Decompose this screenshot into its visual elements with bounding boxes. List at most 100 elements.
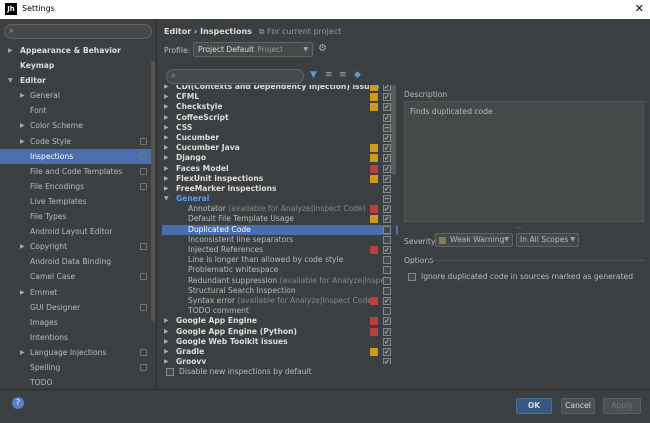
apply-button[interactable]: Apply bbox=[603, 398, 641, 414]
chevron-right-icon[interactable]: ▶ bbox=[164, 85, 169, 92]
inspection-row[interactable]: Problematic whitespace bbox=[162, 265, 398, 275]
inspection-checkbox[interactable]: − bbox=[383, 195, 391, 204]
inspection-row[interactable]: ▶ Cucumber ✓ bbox=[162, 133, 398, 143]
scope-dropdown[interactable]: In All Scopes ▼ bbox=[516, 233, 579, 247]
ignore-generated-checkbox[interactable] bbox=[408, 273, 416, 281]
sidebar-item-file-types[interactable]: File Types bbox=[0, 209, 155, 224]
inspection-checkbox[interactable]: ✓ bbox=[383, 133, 391, 142]
ok-button[interactable]: OK bbox=[516, 398, 552, 414]
collapse-all-icon[interactable]: ≡ bbox=[339, 70, 347, 80]
sidebar-item-images[interactable]: Images bbox=[0, 315, 155, 330]
chevron-right-icon[interactable]: ▶ bbox=[20, 134, 25, 149]
inspection-row[interactable]: ▶ FlexUnit inspections ✓ bbox=[162, 174, 398, 184]
sidebar-item-intentions[interactable]: Intentions bbox=[0, 330, 155, 345]
inspection-row[interactable]: Structural Search Inspection bbox=[162, 286, 398, 296]
sidebar-item-color-scheme[interactable]: ▶ Color Scheme bbox=[0, 118, 155, 133]
chevron-right-icon[interactable]: ▶ bbox=[164, 113, 169, 123]
inspection-checkbox[interactable]: ✓ bbox=[383, 184, 391, 193]
inspection-row[interactable]: ▶ CoffeeScript ✓ bbox=[162, 113, 398, 123]
chevron-down-icon[interactable]: ▼ bbox=[164, 194, 169, 204]
sidebar-item-emmet[interactable]: ▶ Emmet bbox=[0, 285, 155, 300]
sidebar-item-editor[interactable]: ▼ Editor bbox=[0, 73, 155, 88]
inspection-checkbox[interactable] bbox=[383, 307, 391, 316]
sidebar-item-camel-case[interactable]: Camel Case bbox=[0, 269, 155, 284]
inspection-row[interactable]: Injected References ✓ bbox=[162, 245, 398, 255]
chevron-right-icon[interactable]: ▶ bbox=[164, 316, 169, 326]
chevron-right-icon[interactable]: ▶ bbox=[164, 123, 169, 133]
inspection-row[interactable]: ▶ Faces Model ✓ bbox=[162, 164, 398, 174]
sidebar-item-code-style[interactable]: ▶ Code Style bbox=[0, 134, 155, 149]
sidebar-item-file-and-code-templates[interactable]: File and Code Templates bbox=[0, 164, 155, 179]
inspection-row[interactable]: Annotator (available for Analyze|Inspect… bbox=[162, 204, 398, 214]
inspections-scrollbar[interactable] bbox=[391, 85, 396, 364]
inspection-checkbox[interactable]: ✓ bbox=[383, 93, 391, 102]
chevron-down-icon[interactable]: ▼ bbox=[8, 73, 13, 88]
sidebar-item-language-injections[interactable]: ▶ Language Injections bbox=[0, 345, 155, 360]
sidebar-item-general[interactable]: ▶ General bbox=[0, 88, 155, 103]
inspection-checkbox[interactable]: ✓ bbox=[383, 327, 391, 336]
sidebar-item-spelling[interactable]: Spelling bbox=[0, 360, 155, 375]
inspection-checkbox[interactable]: ✓ bbox=[383, 215, 391, 224]
inspection-checkbox[interactable] bbox=[383, 235, 391, 244]
inspection-row[interactable]: ▶ Google Web Toolkit issues ✓ bbox=[162, 337, 398, 347]
inspection-row[interactable]: ▶ Cucumber Java ✓ bbox=[162, 143, 398, 153]
inspection-row[interactable]: Redundant suppression (available for Ana… bbox=[162, 276, 398, 286]
inspection-row[interactable]: TODO comment bbox=[162, 306, 398, 316]
inspection-row[interactable]: Default File Template Usage ✓ bbox=[162, 214, 398, 224]
inspection-checkbox[interactable]: ✓ bbox=[383, 358, 391, 364]
chevron-right-icon[interactable]: ▶ bbox=[164, 337, 169, 347]
inspection-checkbox[interactable]: ✓ bbox=[383, 103, 391, 112]
sidebar-item-android-data-binding[interactable]: Android Data Binding bbox=[0, 254, 155, 269]
inspection-row[interactable]: ▶ CFML ✓ bbox=[162, 92, 398, 102]
inspection-checkbox[interactable]: ✓ bbox=[383, 337, 391, 346]
inspection-checkbox[interactable]: ✓ bbox=[383, 317, 391, 326]
chevron-right-icon[interactable]: ▶ bbox=[20, 118, 25, 133]
inspection-row[interactable]: Inconsistent line separators bbox=[162, 235, 398, 245]
inspection-checkbox[interactable] bbox=[383, 276, 391, 285]
inspection-checkbox[interactable]: − bbox=[383, 123, 391, 132]
sidebar-item-keymap[interactable]: Keymap bbox=[0, 58, 155, 73]
inspection-row[interactable]: ▶ Gradle ✓ bbox=[162, 347, 398, 357]
chevron-right-icon[interactable]: ▶ bbox=[164, 357, 169, 364]
inspection-checkbox[interactable] bbox=[383, 266, 391, 275]
inspection-checkbox[interactable]: ✓ bbox=[383, 347, 391, 356]
chevron-right-icon[interactable]: ▶ bbox=[164, 153, 169, 163]
inspections-search-input[interactable]: ⌕ bbox=[166, 69, 304, 84]
inspection-checkbox[interactable] bbox=[383, 286, 391, 295]
sidebar-item-inspections[interactable]: Inspections bbox=[0, 148, 155, 164]
chevron-right-icon[interactable]: ▶ bbox=[164, 347, 169, 357]
sidebar-item-file-encodings[interactable]: File Encodings bbox=[0, 179, 155, 194]
disable-new-checkbox[interactable] bbox=[166, 368, 174, 376]
inspection-checkbox[interactable] bbox=[383, 256, 391, 265]
chevron-right-icon[interactable]: ▶ bbox=[164, 164, 169, 174]
severity-dropdown[interactable]: Weak Warning ▼ bbox=[435, 233, 513, 247]
settings-search-input[interactable]: ⌕ bbox=[4, 24, 152, 39]
inspection-row[interactable]: Duplicated Code bbox=[162, 224, 398, 235]
chevron-right-icon[interactable]: ▶ bbox=[164, 184, 169, 194]
sidebar-item-live-templates[interactable]: Live Templates bbox=[0, 194, 155, 209]
inspection-checkbox[interactable]: ✓ bbox=[383, 164, 391, 173]
chevron-right-icon[interactable]: ▶ bbox=[20, 88, 25, 103]
inspection-row[interactable]: ▶ CSS − bbox=[162, 123, 398, 133]
expand-all-icon[interactable]: ≡ bbox=[325, 70, 333, 80]
sidebar-item-android-layout-editor[interactable]: Android Layout Editor bbox=[0, 224, 155, 239]
inspection-checkbox[interactable]: ✓ bbox=[383, 205, 391, 214]
close-icon[interactable]: ✕ bbox=[635, 2, 644, 15]
inspection-row[interactable]: Line is longer than allowed by code styl… bbox=[162, 255, 398, 265]
inspection-checkbox[interactable]: ✓ bbox=[383, 296, 391, 305]
chevron-right-icon[interactable]: ▶ bbox=[20, 239, 25, 254]
chevron-right-icon[interactable]: ▶ bbox=[164, 92, 169, 102]
resize-handle[interactable]: ... bbox=[516, 222, 523, 230]
sidebar-item-appearance-behavior[interactable]: ▶ Appearance & Behavior bbox=[0, 43, 155, 58]
inspection-row[interactable]: ▼ General − bbox=[162, 194, 398, 204]
chevron-right-icon[interactable]: ▶ bbox=[164, 143, 169, 153]
inspection-checkbox[interactable]: ✓ bbox=[383, 113, 391, 122]
chevron-right-icon[interactable]: ▶ bbox=[8, 43, 13, 58]
inspection-checkbox[interactable]: ✓ bbox=[383, 246, 391, 254]
chevron-right-icon[interactable]: ▶ bbox=[164, 327, 169, 337]
cancel-button[interactable]: Cancel bbox=[561, 398, 595, 414]
inspection-row[interactable]: Syntax error (available for Analyze|Insp… bbox=[162, 296, 398, 306]
sidebar-item-font[interactable]: Font bbox=[0, 103, 155, 118]
inspection-row[interactable]: ▶ FreeMarker inspections ✓ bbox=[162, 184, 398, 194]
help-icon[interactable]: ? bbox=[12, 397, 24, 409]
